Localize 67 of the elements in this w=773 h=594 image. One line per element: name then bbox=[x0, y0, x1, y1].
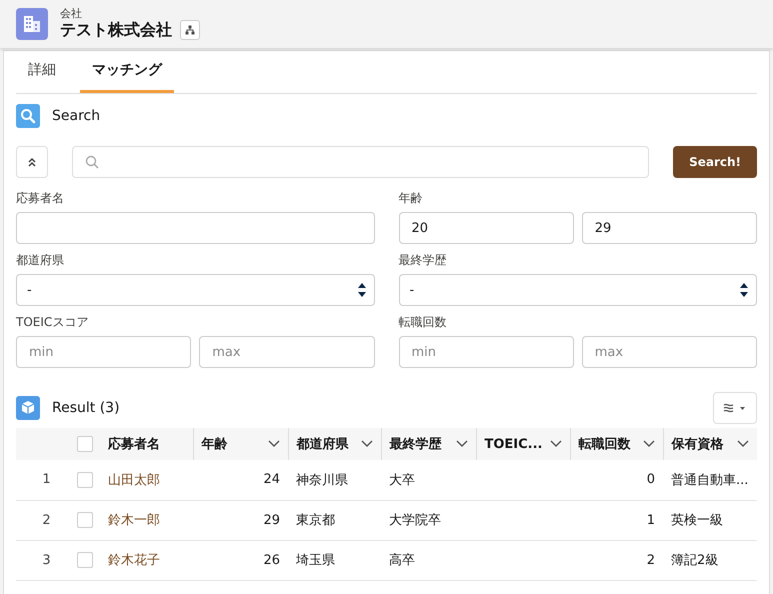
hierarchy-icon bbox=[185, 25, 195, 35]
search-field[interactable] bbox=[72, 146, 650, 178]
wave-dropdown-icon bbox=[723, 402, 747, 414]
field-label: 年齢 bbox=[398, 190, 424, 207]
field-label: 転職回数 bbox=[398, 314, 448, 331]
search-icon bbox=[16, 104, 40, 128]
input-field[interactable]: min bbox=[16, 336, 192, 368]
field-label: 最終学歴 bbox=[398, 252, 448, 269]
row-checkbox[interactable] bbox=[77, 512, 93, 528]
collapse-button[interactable] bbox=[16, 146, 48, 178]
select-field[interactable]: - bbox=[398, 274, 757, 306]
column-header[interactable]: 最終学歴 bbox=[381, 428, 476, 460]
search-icon bbox=[85, 155, 99, 169]
table-cell: 24 bbox=[193, 460, 288, 500]
sort-arrows-icon bbox=[358, 283, 366, 297]
field-label: 都道府県 bbox=[16, 252, 65, 269]
table-cell: 大学院卒 bbox=[381, 500, 476, 540]
input-field[interactable]: max bbox=[582, 336, 757, 368]
select-all-checkbox[interactable] bbox=[77, 436, 93, 452]
tab[interactable]: 詳細 bbox=[16, 59, 68, 93]
applicant-link[interactable]: 鈴木花子 bbox=[108, 553, 160, 568]
column-header[interactable]: 保有資格 bbox=[663, 428, 757, 460]
row-number: 3 bbox=[16, 540, 77, 580]
display-options-button[interactable] bbox=[713, 392, 757, 424]
table-cell: 東京都 bbox=[288, 500, 381, 540]
row-number: 1 bbox=[16, 460, 77, 500]
table-cell: 英検一級 bbox=[663, 500, 757, 540]
table-cell: 埼玉県 bbox=[288, 540, 381, 580]
row-checkbox[interactable] bbox=[77, 472, 93, 488]
table-cell: 1 bbox=[570, 500, 663, 540]
column-header[interactable]: TOEIC... bbox=[476, 428, 570, 460]
table-cell: 大卒 bbox=[381, 460, 476, 500]
tab[interactable]: マッチング bbox=[80, 59, 174, 93]
input-field[interactable]: 20 bbox=[398, 212, 574, 244]
column-header[interactable]: 都道府県 bbox=[288, 428, 381, 460]
column-header[interactable]: 応募者名 bbox=[100, 428, 193, 460]
input-field[interactable]: 29 bbox=[582, 212, 757, 244]
record-title: テスト株式会社 bbox=[60, 20, 172, 40]
applicant-link[interactable]: 鈴木一郎 bbox=[108, 513, 160, 528]
input-field[interactable] bbox=[16, 212, 374, 244]
table-cell: 神奈川県 bbox=[288, 460, 381, 500]
table-cell: 普通自動車... bbox=[663, 460, 757, 500]
column-header[interactable]: 転職回数 bbox=[570, 428, 663, 460]
table-cell: 高卒 bbox=[381, 540, 476, 580]
table-cell: 簿記2級 bbox=[663, 540, 757, 580]
table-cell: 26 bbox=[193, 540, 288, 580]
row-number: 2 bbox=[16, 500, 77, 540]
input-field[interactable]: max bbox=[199, 336, 374, 368]
applicant-link[interactable]: 山田太郎 bbox=[108, 472, 160, 488]
object-type: 会社 bbox=[60, 8, 83, 20]
field-label: 応募者名 bbox=[16, 190, 65, 207]
field-label: TOEICスコア bbox=[16, 314, 90, 331]
table-cell: 2 bbox=[570, 540, 663, 580]
column-header[interactable]: 年齢 bbox=[193, 428, 288, 460]
cube-icon bbox=[16, 396, 40, 420]
row-checkbox[interactable] bbox=[77, 552, 93, 568]
input-field[interactable]: min bbox=[398, 336, 574, 368]
sort-arrows-icon bbox=[740, 283, 748, 297]
table-cell: 0 bbox=[570, 460, 663, 500]
double-chevron-up-icon bbox=[27, 157, 37, 167]
section-title: Result (3) bbox=[52, 400, 120, 416]
search-button[interactable]: Search! bbox=[673, 146, 757, 178]
select-field[interactable]: - bbox=[16, 274, 374, 306]
building-icon bbox=[16, 8, 48, 40]
hierarchy-button[interactable] bbox=[180, 20, 200, 40]
section-title: Search bbox=[52, 108, 100, 124]
table-cell: 29 bbox=[193, 500, 288, 540]
